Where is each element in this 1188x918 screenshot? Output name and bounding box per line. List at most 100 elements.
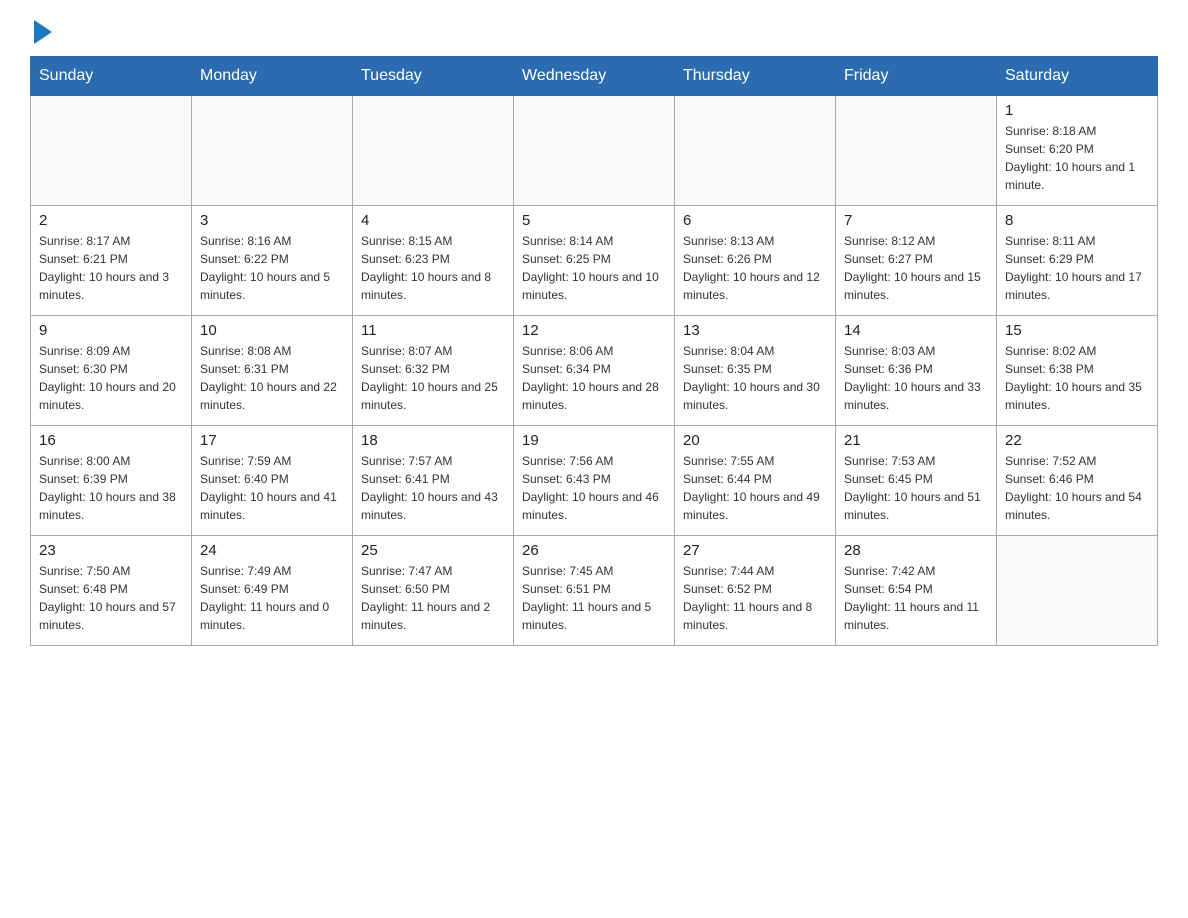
day-number: 5 — [522, 212, 666, 229]
day-info: Sunrise: 7:52 AMSunset: 6:46 PMDaylight:… — [1005, 452, 1149, 524]
calendar-cell: 1Sunrise: 8:18 AMSunset: 6:20 PMDaylight… — [997, 96, 1158, 206]
day-info: Sunrise: 7:59 AMSunset: 6:40 PMDaylight:… — [200, 452, 344, 524]
calendar-cell: 13 Sunrise: 8:04 AMSunset: 6:35 PMDayligh… — [675, 316, 836, 426]
logo — [30, 20, 52, 46]
calendar-cell: 7 Sunrise: 8:12 AMSunset: 6:27 PMDaylight… — [836, 206, 997, 316]
day-info: Sunrise: 7:56 AMSunset: 6:43 PMDaylight:… — [522, 452, 666, 524]
day-info: Sunrise: 8:08 AMSunset: 6:31 PMDaylight:… — [200, 342, 344, 414]
day-number: 24 — [200, 542, 344, 559]
day-number: 28 — [844, 542, 988, 559]
day-number: 3 — [200, 212, 344, 229]
calendar-table: SundayMondayTuesdayWednesdayThursdayFrid… — [30, 56, 1158, 646]
day-info: Sunrise: 7:55 AMSunset: 6:44 PMDaylight:… — [683, 452, 827, 524]
page-header — [30, 20, 1158, 46]
day-number: 16 — [39, 432, 183, 449]
calendar-cell: 27 Sunrise: 7:44 AMSunset: 6:52 PMDayligh… — [675, 536, 836, 646]
day-number: 14 — [844, 322, 988, 339]
day-info: Sunrise: 7:50 AMSunset: 6:48 PMDaylight:… — [39, 562, 183, 634]
day-info: Sunrise: 7:49 AMSunset: 6:49 PMDaylight:… — [200, 562, 344, 634]
day-number: 15 — [1005, 322, 1149, 339]
week-row-3: 9 Sunrise: 8:09 AMSunset: 6:30 PMDaylight… — [31, 316, 1158, 426]
calendar-cell: 22 Sunrise: 7:52 AMSunset: 6:46 PMDayligh… — [997, 426, 1158, 536]
day-number: 27 — [683, 542, 827, 559]
day-number: 7 — [844, 212, 988, 229]
calendar-cell — [514, 96, 675, 206]
calendar-cell: 21 Sunrise: 7:53 AMSunset: 6:45 PMDayligh… — [836, 426, 997, 536]
day-number: 6 — [683, 212, 827, 229]
calendar-cell: 25 Sunrise: 7:47 AMSunset: 6:50 PMDayligh… — [353, 536, 514, 646]
day-info: Sunrise: 8:11 AMSunset: 6:29 PMDaylight:… — [1005, 232, 1149, 304]
day-number: 12 — [522, 322, 666, 339]
day-info: Sunrise: 8:12 AMSunset: 6:27 PMDaylight:… — [844, 232, 988, 304]
calendar-cell: 18 Sunrise: 7:57 AMSunset: 6:41 PMDayligh… — [353, 426, 514, 536]
day-number: 18 — [361, 432, 505, 449]
day-info: Sunrise: 7:45 AMSunset: 6:51 PMDaylight:… — [522, 562, 666, 634]
day-number: 22 — [1005, 432, 1149, 449]
day-info: Sunrise: 8:06 AMSunset: 6:34 PMDaylight:… — [522, 342, 666, 414]
day-number: 25 — [361, 542, 505, 559]
day-info: Sunrise: 8:02 AMSunset: 6:38 PMDaylight:… — [1005, 342, 1149, 414]
day-info: Sunrise: 8:00 AMSunset: 6:39 PMDaylight:… — [39, 452, 183, 524]
calendar-cell: 19 Sunrise: 7:56 AMSunset: 6:43 PMDayligh… — [514, 426, 675, 536]
day-info: Sunrise: 7:47 AMSunset: 6:50 PMDaylight:… — [361, 562, 505, 634]
calendar-cell — [353, 96, 514, 206]
day-info: Sunrise: 7:42 AMSunset: 6:54 PMDaylight:… — [844, 562, 988, 634]
day-info: Sunrise: 8:07 AMSunset: 6:32 PMDaylight:… — [361, 342, 505, 414]
day-info: Sunrise: 8:04 AMSunset: 6:35 PMDaylight:… — [683, 342, 827, 414]
day-number: 10 — [200, 322, 344, 339]
calendar-cell: 26 Sunrise: 7:45 AMSunset: 6:51 PMDayligh… — [514, 536, 675, 646]
calendar-cell: 14 Sunrise: 8:03 AMSunset: 6:36 PMDayligh… — [836, 316, 997, 426]
day-info: Sunrise: 7:53 AMSunset: 6:45 PMDaylight:… — [844, 452, 988, 524]
day-info: Sunrise: 8:09 AMSunset: 6:30 PMDaylight:… — [39, 342, 183, 414]
calendar-cell: 15 Sunrise: 8:02 AMSunset: 6:38 PMDayligh… — [997, 316, 1158, 426]
calendar-cell: 6 Sunrise: 8:13 AMSunset: 6:26 PMDaylight… — [675, 206, 836, 316]
day-number: 8 — [1005, 212, 1149, 229]
week-row-2: 2 Sunrise: 8:17 AMSunset: 6:21 PMDaylight… — [31, 206, 1158, 316]
calendar-cell: 3 Sunrise: 8:16 AMSunset: 6:22 PMDaylight… — [192, 206, 353, 316]
calendar-cell: 12 Sunrise: 8:06 AMSunset: 6:34 PMDayligh… — [514, 316, 675, 426]
week-row-4: 16 Sunrise: 8:00 AMSunset: 6:39 PMDayligh… — [31, 426, 1158, 536]
calendar-cell: 8 Sunrise: 8:11 AMSunset: 6:29 PMDaylight… — [997, 206, 1158, 316]
calendar-cell: 16 Sunrise: 8:00 AMSunset: 6:39 PMDayligh… — [31, 426, 192, 536]
calendar-cell — [675, 96, 836, 206]
calendar-cell — [192, 96, 353, 206]
calendar-cell: 24 Sunrise: 7:49 AMSunset: 6:49 PMDayligh… — [192, 536, 353, 646]
day-info: Sunrise: 8:16 AMSunset: 6:22 PMDaylight:… — [200, 232, 344, 304]
day-info: Sunrise: 8:17 AMSunset: 6:21 PMDaylight:… — [39, 232, 183, 304]
day-info: Sunrise: 8:13 AMSunset: 6:26 PMDaylight:… — [683, 232, 827, 304]
calendar-cell: 23 Sunrise: 7:50 AMSunset: 6:48 PMDayligh… — [31, 536, 192, 646]
logo-arrow-icon — [34, 20, 52, 44]
calendar-cell — [31, 96, 192, 206]
calendar-cell: 5 Sunrise: 8:14 AMSunset: 6:25 PMDaylight… — [514, 206, 675, 316]
calendar-cell — [997, 536, 1158, 646]
day-number: 19 — [522, 432, 666, 449]
day-info: Sunrise: 8:03 AMSunset: 6:36 PMDaylight:… — [844, 342, 988, 414]
calendar-cell: 4Sunrise: 8:15 AMSunset: 6:23 PMDaylight… — [353, 206, 514, 316]
col-header-friday: Friday — [836, 57, 997, 96]
calendar-header-row: SundayMondayTuesdayWednesdayThursdayFrid… — [31, 57, 1158, 96]
calendar-cell: 11 Sunrise: 8:07 AMSunset: 6:32 PMDayligh… — [353, 316, 514, 426]
day-number: 26 — [522, 542, 666, 559]
day-number: 17 — [200, 432, 344, 449]
calendar-cell — [836, 96, 997, 206]
day-number: 2 — [39, 212, 183, 229]
day-number: 21 — [844, 432, 988, 449]
calendar-cell: 2 Sunrise: 8:17 AMSunset: 6:21 PMDaylight… — [31, 206, 192, 316]
day-number: 11 — [361, 322, 505, 339]
day-number: 20 — [683, 432, 827, 449]
col-header-sunday: Sunday — [31, 57, 192, 96]
calendar-cell: 9 Sunrise: 8:09 AMSunset: 6:30 PMDaylight… — [31, 316, 192, 426]
week-row-5: 23 Sunrise: 7:50 AMSunset: 6:48 PMDayligh… — [31, 536, 1158, 646]
day-info: Sunrise: 8:18 AMSunset: 6:20 PMDaylight:… — [1005, 122, 1149, 194]
col-header-thursday: Thursday — [675, 57, 836, 96]
col-header-saturday: Saturday — [997, 57, 1158, 96]
day-info: Sunrise: 7:44 AMSunset: 6:52 PMDaylight:… — [683, 562, 827, 634]
week-row-1: 1Sunrise: 8:18 AMSunset: 6:20 PMDaylight… — [31, 96, 1158, 206]
day-info: Sunrise: 7:57 AMSunset: 6:41 PMDaylight:… — [361, 452, 505, 524]
day-number: 13 — [683, 322, 827, 339]
day-number: 9 — [39, 322, 183, 339]
day-info: Sunrise: 8:14 AMSunset: 6:25 PMDaylight:… — [522, 232, 666, 304]
calendar-cell: 28 Sunrise: 7:42 AMSunset: 6:54 PMDayligh… — [836, 536, 997, 646]
day-info: Sunrise: 8:15 AMSunset: 6:23 PMDaylight:… — [361, 232, 505, 304]
day-number: 23 — [39, 542, 183, 559]
